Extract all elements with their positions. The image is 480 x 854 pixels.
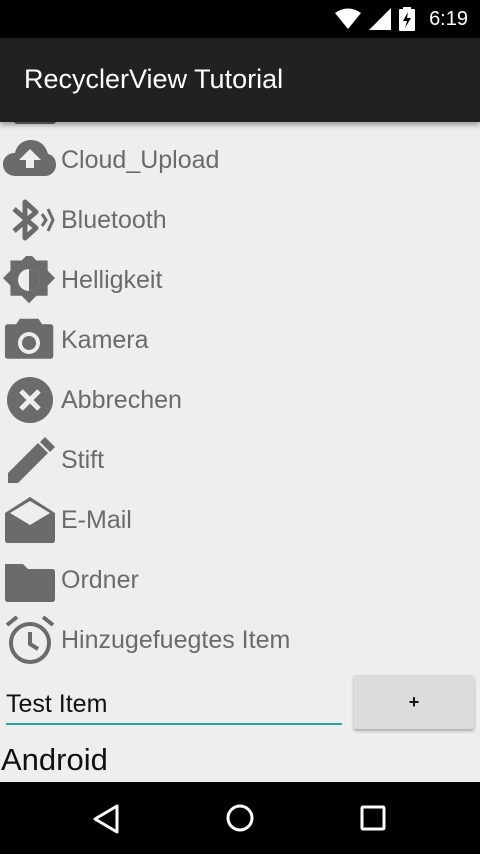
list-item-label: Kamera bbox=[61, 326, 149, 354]
add-button[interactable]: + bbox=[354, 675, 474, 729]
list-item[interactable]: Helligkeit bbox=[0, 250, 480, 310]
recycler-list[interactable]: Cloud_Upload Bluetooth Helligkeit Kamera bbox=[0, 122, 480, 670]
home-icon[interactable] bbox=[215, 794, 265, 844]
status-icons: 6:19 bbox=[335, 6, 468, 32]
list-item[interactable]: Cloud_Upload bbox=[0, 130, 480, 190]
bluetooth-icon bbox=[12, 199, 55, 241]
recents-icon[interactable] bbox=[348, 794, 398, 844]
pencil-icon bbox=[8, 437, 55, 483]
list-item-label: Abbrechen bbox=[61, 386, 182, 414]
status-time: 6:19 bbox=[429, 7, 468, 30]
list-item[interactable]: Hinzugefuegtes Item bbox=[0, 610, 480, 670]
cancel-icon bbox=[7, 377, 53, 423]
list-item-label: Ordner bbox=[61, 566, 139, 594]
list-item[interactable]: Ordner bbox=[0, 550, 480, 610]
status-bar: 6:19 bbox=[0, 0, 480, 38]
list-item[interactable]: Abbrechen bbox=[0, 370, 480, 430]
battery-charging-icon bbox=[399, 7, 416, 31]
list-item[interactable]: Kamera bbox=[0, 310, 480, 370]
footer-label: Android bbox=[1, 742, 108, 777]
back-icon[interactable] bbox=[82, 794, 132, 844]
list-item-label: Helligkeit bbox=[61, 266, 163, 294]
wifi-icon bbox=[335, 8, 362, 29]
list-item-label: Bluetooth bbox=[61, 206, 167, 234]
signal-icon bbox=[369, 8, 392, 30]
app-title: RecyclerView Tutorial bbox=[24, 64, 284, 94]
cloud-upload-icon bbox=[3, 140, 56, 176]
alarm-icon bbox=[5, 616, 55, 664]
list-item[interactable]: Bluetooth bbox=[0, 190, 480, 250]
email-icon bbox=[5, 497, 55, 543]
input-underline bbox=[6, 723, 342, 725]
partial-list-item bbox=[14, 122, 56, 124]
app-bar: RecyclerView Tutorial bbox=[0, 38, 480, 122]
item-input-wrapper[interactable] bbox=[6, 683, 342, 729]
nav-bar bbox=[0, 782, 480, 854]
list-item-label: E-Mail bbox=[61, 506, 132, 534]
folder-icon bbox=[5, 564, 55, 602]
list-item-label: Stift bbox=[61, 446, 105, 474]
item-input[interactable] bbox=[6, 687, 342, 721]
list-item[interactable]: E-Mail bbox=[0, 490, 480, 550]
list-item[interactable]: Stift bbox=[0, 430, 480, 490]
brightness-icon bbox=[3, 256, 56, 304]
list-item-label: Hinzugefuegtes Item bbox=[61, 626, 291, 654]
camera-icon bbox=[4, 318, 54, 359]
list-item-label: Cloud_Upload bbox=[61, 146, 220, 174]
